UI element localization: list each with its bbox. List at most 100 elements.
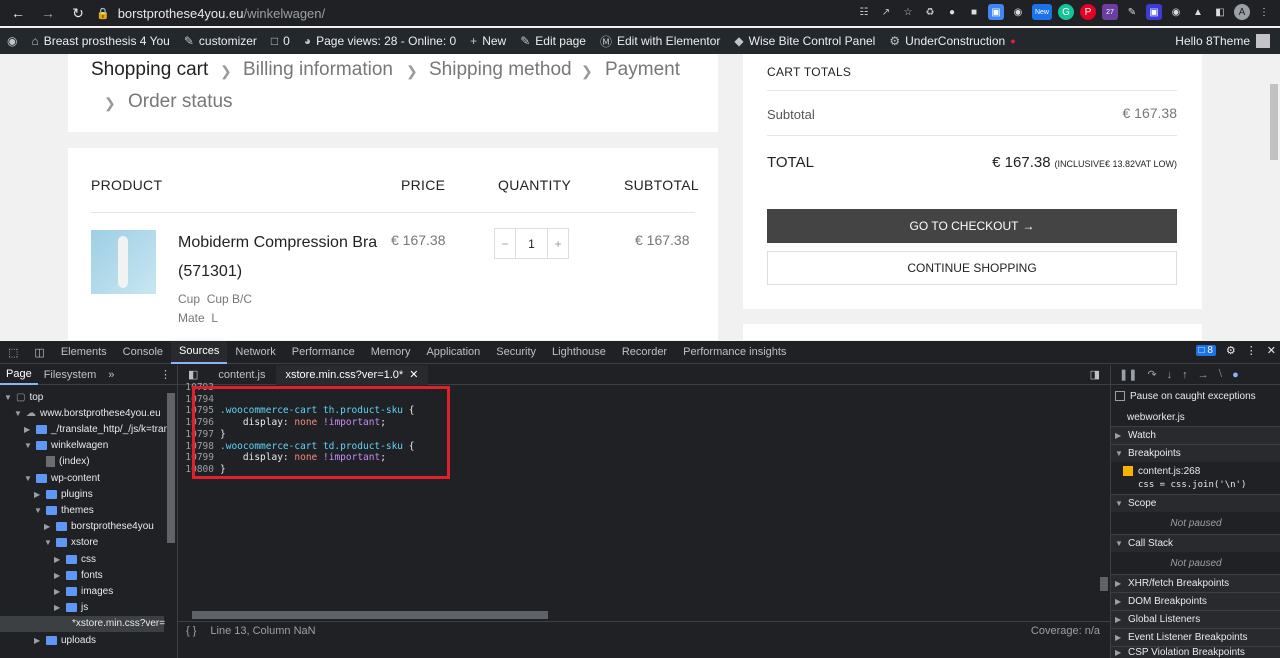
globe-icon[interactable]: ● [944, 4, 960, 20]
deactivate-breakpoints-icon[interactable]: ⧵ [1219, 368, 1222, 381]
tab-network[interactable]: Network [227, 341, 283, 364]
tab-page[interactable]: Page [0, 365, 38, 385]
adminbar-wise-bite[interactable]: ◆ Wise Bite Control Panel [727, 34, 882, 48]
tab-elements[interactable]: Elements [53, 341, 115, 364]
plus-button[interactable]: + [548, 229, 568, 258]
product-thumbnail[interactable] [91, 230, 156, 294]
step-order-status[interactable]: Order status [128, 91, 233, 113]
issues-badge[interactable]: □ 8 [1195, 345, 1216, 356]
tree-item[interactable]: ▶ js [54, 600, 88, 616]
editor-vertical-scrollbar[interactable] [1098, 387, 1110, 611]
tree-item[interactable]: ▶ fonts [54, 567, 103, 583]
device-toggle-icon[interactable]: ◫ [26, 341, 52, 364]
tab-lighthouse[interactable]: Lighthouse [544, 341, 614, 364]
capture-icon[interactable]: ▣ [1146, 4, 1162, 20]
adminbar-under-construction[interactable]: ⚙ UnderConstruction ● [882, 34, 1022, 48]
share-icon[interactable]: ↗ [878, 4, 894, 20]
adminbar-site[interactable]: ⌂ Breast prosthesis 4 You [24, 34, 176, 48]
address-bar[interactable]: 🔒 borstprothese4you.eu/winkelwagen/ [88, 2, 800, 24]
colorpick-icon[interactable]: ✎ [1124, 4, 1140, 20]
adminbar-account[interactable]: Hello 8Theme [1175, 28, 1270, 54]
tree-item[interactable]: ▼ ▢ top [4, 389, 43, 405]
more-options-icon[interactable]: ⋮ [154, 365, 177, 385]
step-payment[interactable]: Payment [605, 59, 680, 81]
inspect-icon[interactable]: ⬚ [0, 341, 26, 364]
section-csp-breakpoints[interactable]: ▶ CSP Violation Breakpoints [1111, 646, 1280, 658]
doc-icon[interactable]: ▣ [988, 4, 1004, 20]
tree-item[interactable]: ▶ plugins [34, 486, 93, 502]
tab-performance-insights[interactable]: Performance insights [675, 341, 794, 364]
sidepanel-icon[interactable]: ◧ [1212, 4, 1228, 20]
wp-logo[interactable]: ◉ [0, 34, 24, 48]
pinterest-icon[interactable]: P [1080, 4, 1096, 20]
tree-item[interactable]: (index) [34, 454, 90, 470]
section-xhr-breakpoints[interactable]: ▶ XHR/fetch Breakpoints [1111, 574, 1280, 592]
message-icon[interactable]: ■ [966, 4, 982, 20]
product-name[interactable]: Mobiderm Compression Bra (571301) [178, 228, 378, 286]
step-icon[interactable]: → [1198, 369, 1209, 381]
section-scope[interactable]: ▼ Scope [1111, 494, 1280, 512]
tree-item[interactable]: ▼ ☁ www.borstprothese4you.eu [14, 405, 161, 421]
reload-icon[interactable]: ↻ [66, 1, 90, 25]
step-billing[interactable]: Billing information [243, 59, 393, 81]
tree-item[interactable]: ▼ winkelwagen [24, 438, 108, 454]
adminbar-pageviews[interactable]: ◕ Page views: 28 - Online: 0 [297, 34, 463, 48]
tree-item[interactable]: ▶ borstprothese4you [44, 519, 154, 535]
menu-icon[interactable]: ⋮ [1256, 4, 1272, 20]
navigator-scrollbar[interactable] [166, 387, 176, 627]
tree-item[interactable]: ▶ _/translate_http/_/js/k=trans [24, 421, 174, 437]
minus-button[interactable]: − [495, 229, 515, 258]
tree-item[interactable]: ▶ uploads [34, 632, 96, 648]
editor-tab-xstore-css[interactable]: xstore.min.css?ver=1.0* ✕ [275, 364, 429, 385]
tree-item[interactable]: ▼ themes [34, 502, 94, 518]
tab-console[interactable]: Console [115, 341, 171, 364]
toggle-debugger-icon[interactable]: ◨ [1080, 365, 1110, 385]
tab-memory[interactable]: Memory [363, 341, 419, 364]
tree-item[interactable]: ▼ wp-content [24, 470, 100, 486]
vpn-icon[interactable]: ◉ [1168, 4, 1184, 20]
go-to-checkout-button[interactable]: GO TO CHECKOUT → [767, 209, 1177, 243]
section-breakpoints[interactable]: ▼ Breakpoints [1111, 444, 1280, 462]
camera-icon[interactable]: ◉ [1010, 4, 1026, 20]
adminbar-edit-page[interactable]: ✎ Edit page [513, 34, 593, 48]
adminbar-new[interactable]: + New [463, 34, 513, 48]
section-dom-breakpoints[interactable]: ▶ DOM Breakpoints [1111, 592, 1280, 610]
pause-icon[interactable]: ❚❚ [1119, 368, 1137, 381]
braces-icon[interactable]: { } [186, 625, 196, 637]
profile-avatar[interactable]: A [1234, 4, 1250, 20]
quantity-input[interactable]: 1 [514, 229, 549, 258]
tab-security[interactable]: Security [488, 341, 544, 364]
checkbox-checked[interactable] [1123, 466, 1133, 476]
tab-performance[interactable]: Performance [284, 341, 363, 364]
page-scrollbar[interactable] [1268, 54, 1280, 340]
adminbar-customizer[interactable]: ✎ customizer [177, 34, 264, 48]
tree-item[interactable]: ▶ css [54, 551, 96, 567]
more-options-icon[interactable]: ⋮ [1246, 344, 1257, 357]
tab-application[interactable]: Application [418, 341, 488, 364]
step-over-icon[interactable]: ↷ [1147, 368, 1156, 381]
close-icon[interactable]: ✕ [409, 368, 418, 381]
grammarly-icon[interactable]: G [1058, 4, 1074, 20]
step-shopping-cart[interactable]: Shopping cart [91, 59, 208, 81]
puzzle-icon[interactable]: ▲ [1190, 4, 1206, 20]
continue-shopping-button[interactable]: CONTINUE SHOPPING [767, 251, 1177, 285]
adminbar-comments[interactable]: □ 0 [264, 34, 297, 48]
checkbox[interactable] [1115, 391, 1125, 401]
more-tabs-icon[interactable]: » [102, 365, 120, 385]
editor-horizontal-scrollbar[interactable] [178, 608, 1098, 620]
close-icon[interactable]: ✕ [1267, 344, 1276, 357]
gear-icon[interactable]: ⚙ [1226, 344, 1236, 357]
quantity-stepper[interactable]: − 1 + [494, 228, 569, 259]
step-into-icon[interactable]: ↓ [1167, 369, 1173, 381]
tab-sources[interactable]: Sources [171, 340, 228, 364]
section-global-listeners[interactable]: ▶ Global Listeners [1111, 610, 1280, 628]
translate-icon[interactable]: ☷ [856, 4, 872, 20]
editor-tab-content-js[interactable]: content.js [208, 365, 275, 385]
forward-arrow-icon[interactable]: → [36, 1, 60, 25]
worker-item[interactable]: webworker.js [1111, 408, 1280, 426]
star-icon[interactable]: ☆ [900, 4, 916, 20]
tab-recorder[interactable]: Recorder [614, 341, 675, 364]
counter-extension-icon[interactable]: 27 [1102, 4, 1118, 20]
tree-item[interactable]: *xstore.min.css?ver= [0, 615, 165, 632]
section-event-listener-breakpoints[interactable]: ▶ Event Listener Breakpoints [1111, 628, 1280, 646]
